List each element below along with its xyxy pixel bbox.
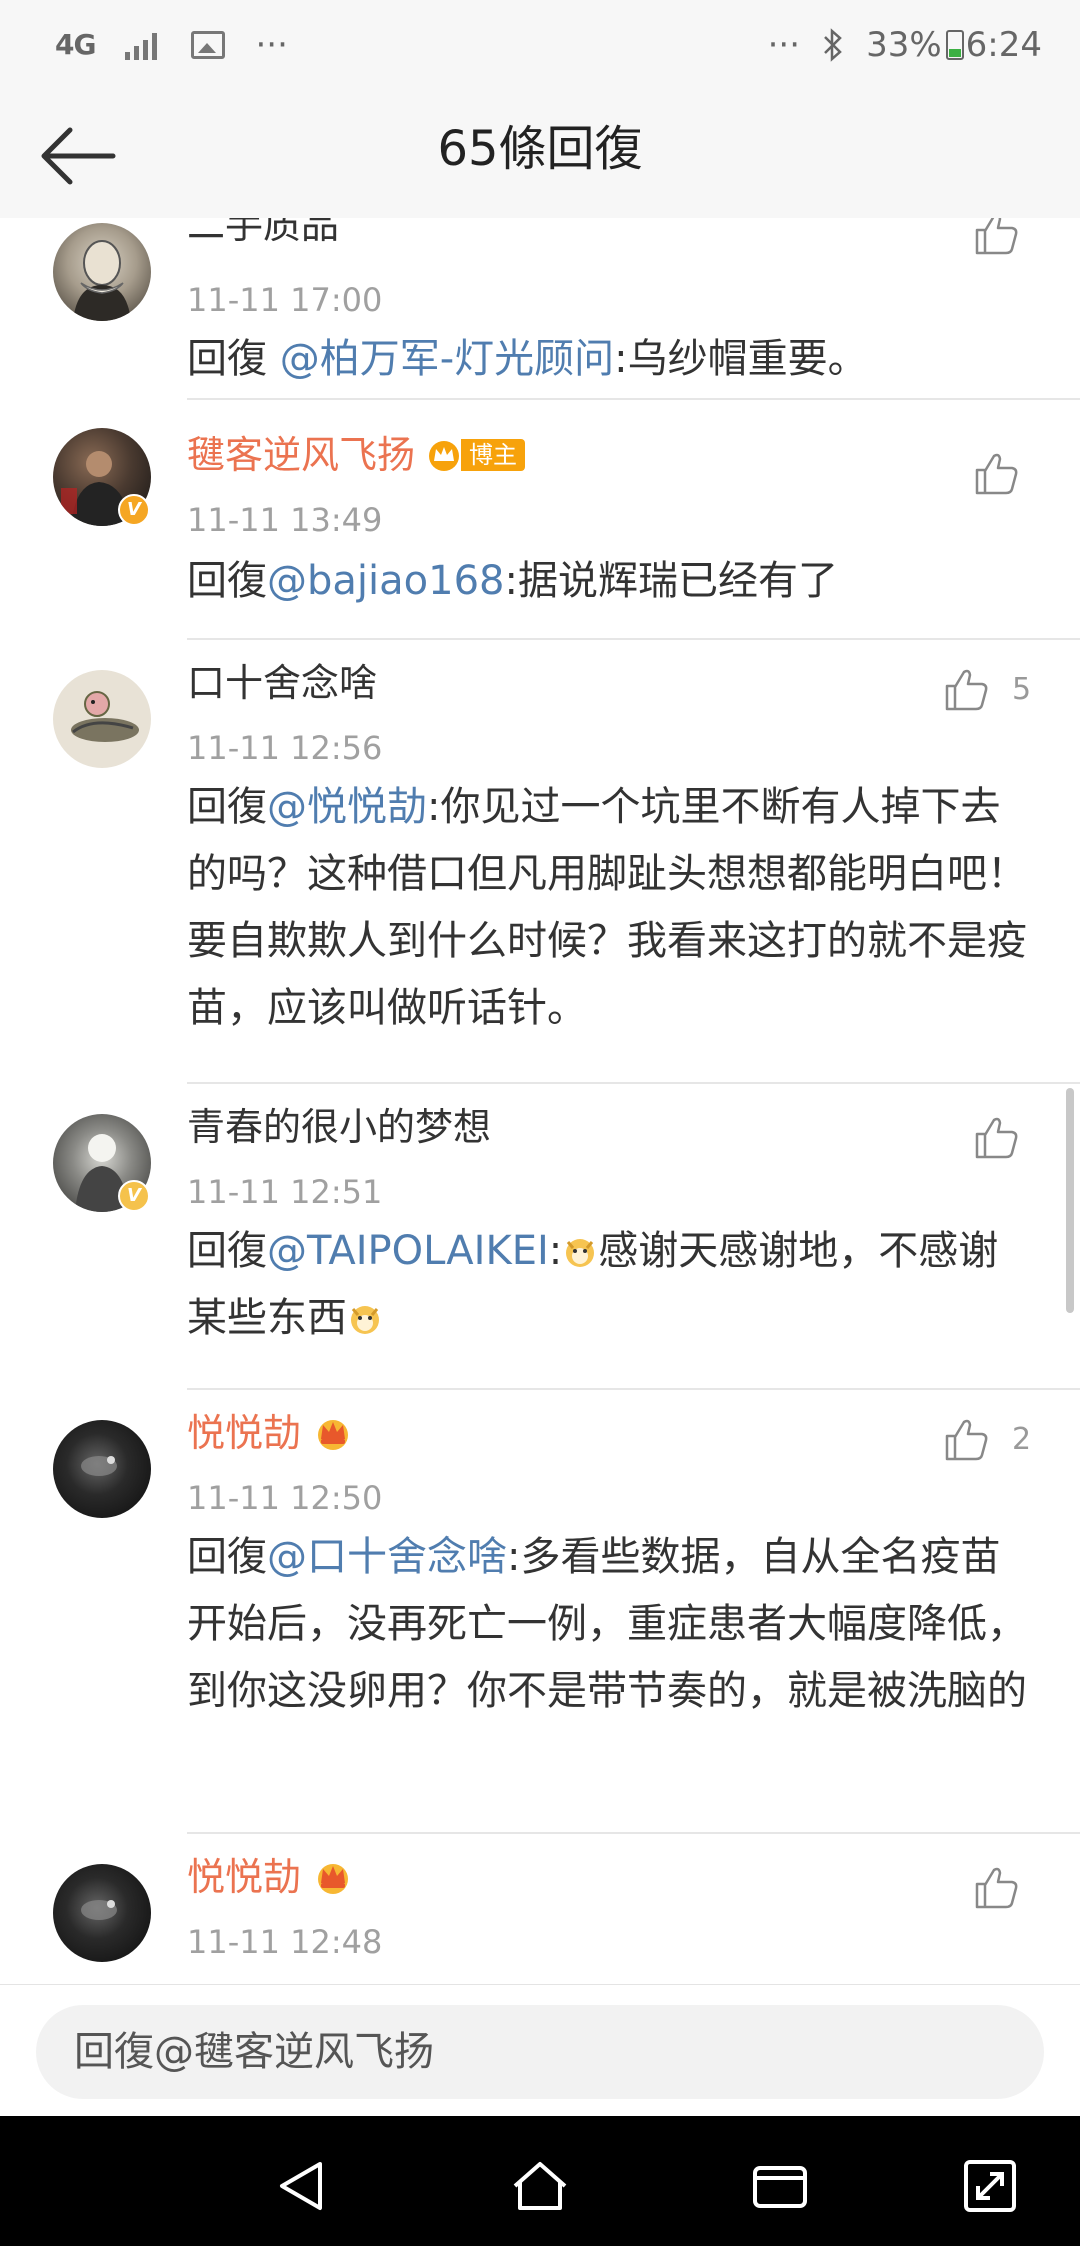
comment-username[interactable]: 青春的很小的梦想: [187, 1102, 491, 1152]
comment-text: 回復@口十舍念啥:多看些数据，自从全名疫苗开始后，没再死亡一例，重症患者大幅度降…: [187, 1524, 1037, 1725]
comment-username[interactable]: 口十舍念啥: [187, 658, 377, 708]
comment-item: 悦悦劼 11-11 12:48: [0, 1834, 1080, 1984]
like-button[interactable]: 5: [944, 666, 1031, 712]
like-button[interactable]: 2: [944, 1416, 1031, 1462]
reply-prefix: 回復: [187, 784, 267, 830]
reply-prefix: 回復: [187, 1534, 267, 1580]
comment-item: V 毽客逆风飞扬 博主 11-11 13:49 回復@bajiao168:据说辉…: [0, 400, 1080, 640]
comment-list[interactable]: 二手质品 11-11 17:00 回復 @柏万军-灯光顾问:乌纱帽重要。 V 毽…: [0, 218, 1080, 1984]
clock: 6:24: [965, 25, 1042, 65]
like-button[interactable]: [974, 450, 1020, 496]
comment-text: 回復 @柏万军-灯光顾问:乌纱帽重要。: [187, 326, 1037, 393]
like-count: 2: [1012, 1421, 1032, 1457]
reply-prefix: 回復: [187, 1228, 267, 1274]
mention-link[interactable]: @TAIPOLAIKEI: [267, 1228, 549, 1274]
more-status: ···: [767, 25, 801, 65]
thumb-up-icon: [975, 1867, 1018, 1909]
page-title: 65條回復: [437, 121, 643, 177]
comment-time: 11-11 12:51: [187, 1173, 383, 1211]
comment-username[interactable]: 悦悦劼: [187, 1408, 353, 1458]
nav-back-icon: [280, 2162, 322, 2210]
reply-input[interactable]: 回復@毽客逆风飞扬: [36, 2005, 1044, 2099]
like-count: 5: [1012, 671, 1032, 707]
verified-icon: V: [118, 494, 150, 526]
thumb-up-icon: [975, 453, 1018, 495]
like-button[interactable]: [974, 218, 1020, 256]
reply-bar: 回復@毽客逆风飞扬: [0, 1984, 1080, 2117]
avatar[interactable]: [53, 1864, 151, 1962]
comment-time: 11-11 13:49: [187, 501, 383, 539]
badge-label: 博主: [461, 439, 526, 471]
nav-bar: 65條回復: [0, 90, 1080, 219]
comment-body: :据说辉瑞已经有了: [504, 558, 838, 604]
nav-back-button[interactable]: [272, 2156, 332, 2216]
crown-icon: [429, 441, 460, 471]
comment-item: 口十舍念啥 5 11-11 12:56 回復@悦悦劼:你见过一个坑里不断有人掉下…: [0, 640, 1080, 1084]
bluetooth-icon: [822, 28, 844, 62]
comment-item: 悦悦劼 2 11-11 12:50 回復@口十舍念啥:多看些数据，自从全名疫苗开…: [0, 1390, 1080, 1834]
signal-icon: [125, 30, 161, 60]
avatar[interactable]: [53, 1420, 151, 1518]
nav-home-icon: [513, 2162, 567, 2210]
mention-link[interactable]: @口十舍念啥: [267, 1534, 507, 1580]
nav-recents-button[interactable]: [750, 2156, 810, 2216]
like-button[interactable]: [974, 1864, 1020, 1910]
comment-username[interactable]: 毽客逆风飞扬 博主: [187, 430, 526, 480]
nav-expand-button[interactable]: [960, 2156, 1020, 2216]
nav-recents-icon: [753, 2166, 807, 2208]
comment-text: 回復@TAIPOLAIKEI: 感谢天感谢地，不感谢某些东西: [187, 1218, 1037, 1352]
comment-username[interactable]: 二手质品: [187, 218, 339, 250]
username-text: 悦悦劼: [187, 1411, 302, 1455]
nav-home-button[interactable]: [510, 2156, 570, 2216]
scrollbar[interactable]: [1066, 1088, 1074, 1313]
battery-percent: 33%: [866, 25, 942, 65]
comment-time: 11-11 12:50: [187, 1479, 383, 1517]
avatar[interactable]: [53, 670, 151, 768]
image-notification-icon: [191, 31, 226, 59]
comment-text: 回復@悦悦劼:你见过一个坑里不断有人掉下去的吗？这种借口但凡用脚趾头想想都能明白…: [187, 774, 1037, 1042]
comment-username[interactable]: 悦悦劼: [187, 1852, 353, 1902]
crown-icon: [318, 1420, 349, 1450]
mention-link[interactable]: @悦悦劼: [267, 784, 427, 830]
nav-expand-icon: [964, 2160, 1016, 2212]
status-bar: 4G ··· ··· 33% 6:24: [0, 0, 1080, 90]
thumb-up-icon: [975, 1117, 1018, 1159]
verified-icon: V: [118, 1180, 150, 1212]
avatar[interactable]: [53, 223, 151, 321]
comment-body: :乌纱帽重要。: [614, 336, 868, 382]
comment-time: 11-11 12:56: [187, 729, 383, 767]
thumb-up-icon: [945, 1419, 988, 1461]
comment-item: 二手质品 11-11 17:00 回復 @柏万军-灯光顾问:乌纱帽重要。: [0, 218, 1080, 400]
comment-time: 11-11 17:00: [187, 281, 383, 319]
crown-icon: [318, 1864, 349, 1894]
comment-item: V 青春的很小的梦想 11-11 12:51 回復@TAIPOLAIKEI: 感谢…: [0, 1084, 1080, 1390]
comment-time: 11-11 12:48: [187, 1923, 383, 1961]
battery-icon: [945, 30, 964, 60]
reply-prefix: 回復: [187, 558, 267, 604]
username-text: 悦悦劼: [187, 1855, 302, 1899]
more-notifications: ···: [255, 25, 288, 65]
thumb-up-icon: [945, 669, 988, 711]
mention-link[interactable]: @bajiao168: [267, 558, 504, 604]
username-text: 毽客逆风飞扬: [187, 433, 416, 477]
like-button[interactable]: [974, 1114, 1020, 1160]
system-nav-bar: [0, 2116, 1080, 2246]
comment-text: 回復@bajiao168:据说辉瑞已经有了: [187, 548, 1037, 615]
mention-link[interactable]: @柏万军-灯光顾问: [280, 336, 614, 382]
reply-prefix: 回復: [187, 336, 280, 382]
comment-body: :: [548, 1228, 563, 1274]
network-type: 4G: [55, 28, 96, 61]
dog-emoji-icon: [566, 1239, 595, 1267]
dog-emoji-icon: [351, 1306, 379, 1334]
thumb-up-icon: [975, 218, 1018, 255]
blogger-badge: 博主: [427, 438, 526, 472]
